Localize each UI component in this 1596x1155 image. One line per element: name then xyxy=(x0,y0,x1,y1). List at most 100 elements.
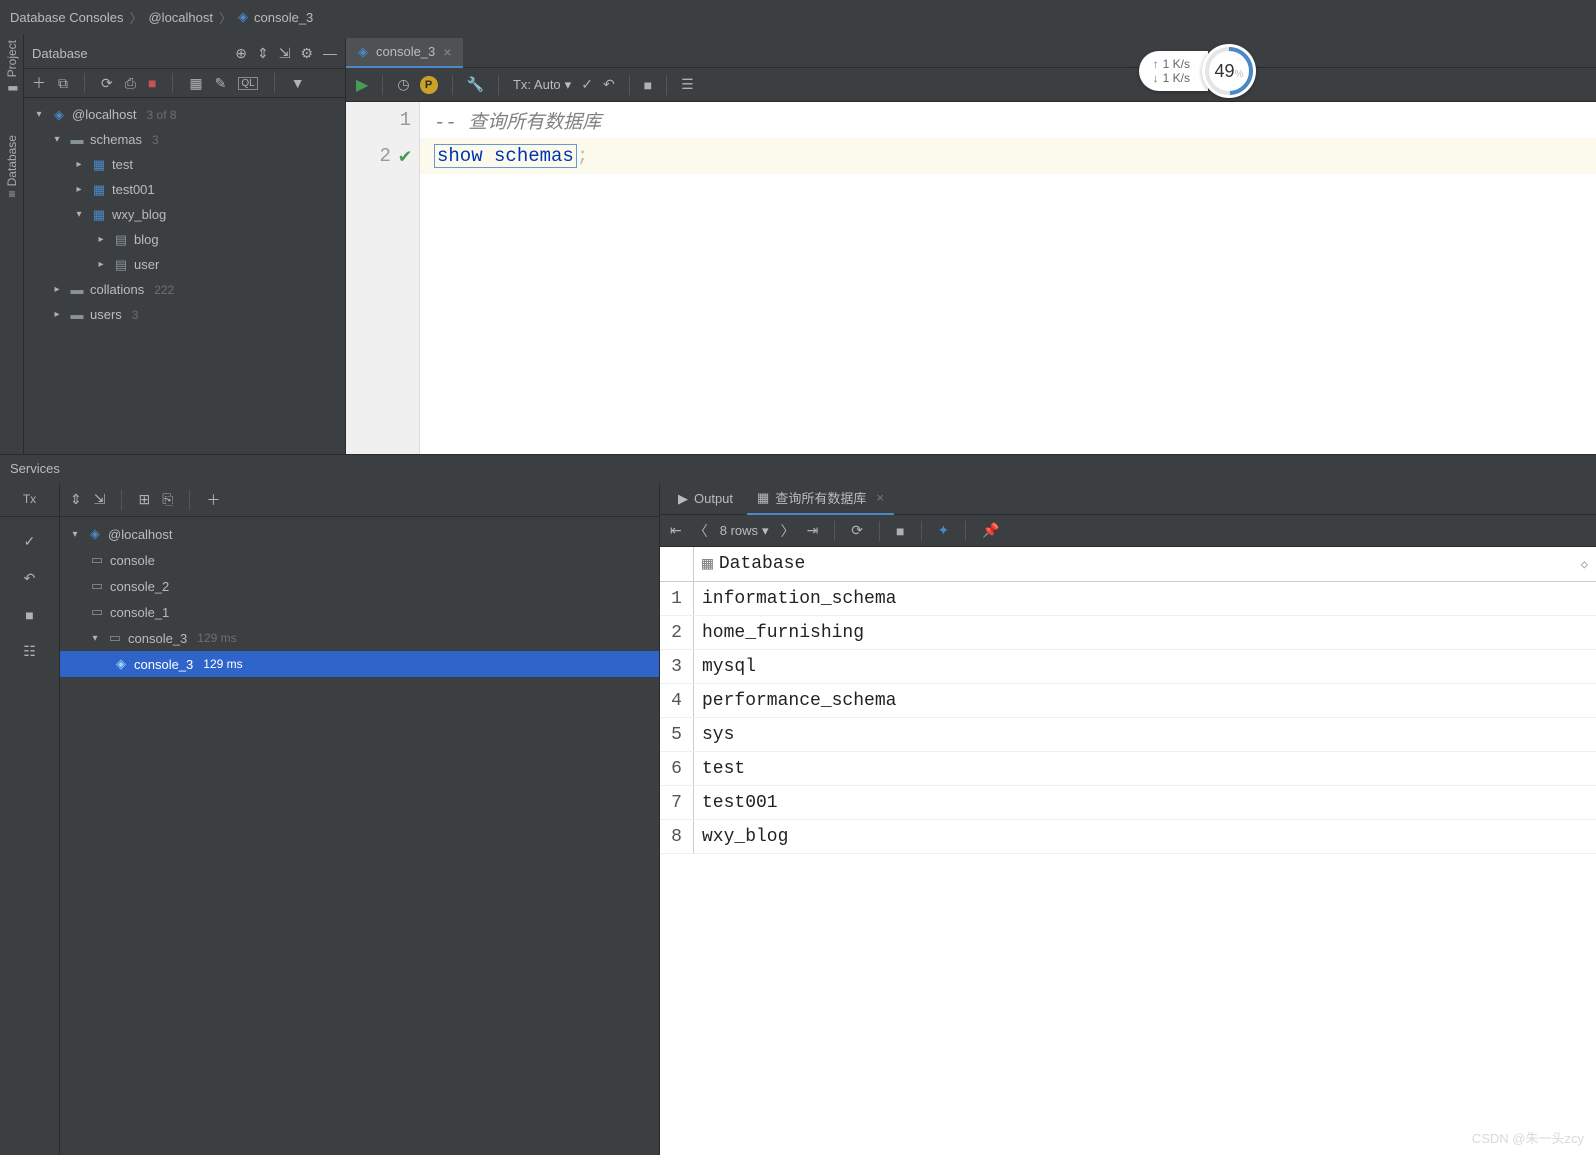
crumb-console[interactable]: console_3 xyxy=(254,10,313,25)
panel-title: Database xyxy=(32,46,88,61)
stop-icon[interactable]: ■ xyxy=(896,523,904,539)
console-icon: ◈ xyxy=(358,44,368,60)
folder-icon: ▬ xyxy=(68,132,86,147)
refresh-icon[interactable]: ⟳ xyxy=(101,75,113,92)
tab-query-result[interactable]: ▦ 查询所有数据库 × xyxy=(747,483,894,515)
chevron-right-icon: ▸ xyxy=(94,259,108,270)
chevron-right-icon: ▸ xyxy=(72,184,86,195)
cell-database: test001 xyxy=(694,786,1596,819)
result-row[interactable]: 8wxy_blog xyxy=(660,820,1596,854)
save-icon[interactable]: ⎘ xyxy=(162,491,173,508)
close-icon[interactable]: × xyxy=(443,44,451,60)
tab-output[interactable]: ▶ Output xyxy=(668,483,743,515)
undo-icon[interactable]: ↶ xyxy=(0,566,59,591)
reload-icon[interactable]: ⟳ xyxy=(851,522,863,539)
filter-icon[interactable]: ▼ xyxy=(291,75,305,91)
tree-collations[interactable]: ▸ ▬ collations 222 xyxy=(24,277,345,302)
cell-database: test xyxy=(694,752,1596,785)
tab-label: console_3 xyxy=(376,44,435,59)
table-icon[interactable]: ▦ xyxy=(189,75,202,92)
folder-icon: ▬ xyxy=(68,307,86,322)
tab-console3[interactable]: ◈ console_3 × xyxy=(346,38,463,68)
code-editor[interactable]: 1 2✔ -- 查询所有数据库 show schemas ; xyxy=(346,102,1596,454)
tree-table-user[interactable]: ▸ ▤ user xyxy=(24,252,345,277)
pin-icon[interactable]: 📌 xyxy=(982,522,999,539)
next-page-icon[interactable]: 〉 xyxy=(781,521,795,541)
rollback-icon[interactable]: ↶ xyxy=(603,76,615,93)
tab-project[interactable]: ▮ Project xyxy=(5,40,19,95)
svc-console3-group[interactable]: ▾ ▭ console_3 129 ms xyxy=(60,625,659,651)
commit-icon[interactable]: ✓ xyxy=(581,76,593,93)
sort-icon[interactable]: ◇ xyxy=(1581,557,1588,572)
stop-icon[interactable]: ■ xyxy=(644,77,652,93)
script-icon[interactable]: ⎙ xyxy=(125,75,136,92)
result-row[interactable]: 1information_schema xyxy=(660,582,1596,616)
result-grid[interactable]: ▦ Database ◇ 1information_schema2home_fu… xyxy=(660,547,1596,1155)
code-text: ; xyxy=(577,145,588,167)
group-icon[interactable]: ⊞ xyxy=(138,491,150,508)
edit-icon[interactable]: ✎ xyxy=(215,75,227,92)
compare-icon[interactable]: ✦ xyxy=(938,522,950,539)
rows-selector[interactable]: 8 rows▾ xyxy=(720,523,769,539)
tx-selector[interactable]: Tx: Auto▾ xyxy=(513,77,571,93)
add-icon[interactable]: ＋ xyxy=(206,490,220,510)
expand-all-icon[interactable]: ⇕ xyxy=(70,491,82,508)
plan-badge[interactable]: P xyxy=(420,76,438,94)
row-index: 2 xyxy=(660,616,694,649)
ql-icon[interactable]: QL xyxy=(238,77,257,90)
column-header-database[interactable]: ▦ Database ◇ xyxy=(694,547,1596,581)
result-row[interactable]: 7test001 xyxy=(660,786,1596,820)
tree-schemas[interactable]: ▾ ▬ schemas 3 xyxy=(24,127,345,152)
tree-schema-wxyblog[interactable]: ▾ ▦ wxy_blog xyxy=(24,202,345,227)
result-row[interactable]: 4performance_schema xyxy=(660,684,1596,718)
result-row[interactable]: 3mysql xyxy=(660,650,1596,684)
check-icon[interactable]: ✓ xyxy=(0,529,59,554)
stop-icon[interactable]: ■ xyxy=(0,603,59,627)
services-sidebar: Tx ✓ ↶ ■ ☷ xyxy=(0,483,60,1155)
close-icon[interactable]: × xyxy=(876,490,884,505)
result-row[interactable]: 2home_furnishing xyxy=(660,616,1596,650)
prev-page-icon[interactable]: 〈 xyxy=(694,521,708,541)
run-button[interactable]: ▶ xyxy=(356,75,368,95)
console-icon: ▭ xyxy=(88,578,106,594)
wrench-icon[interactable]: 🔧 xyxy=(467,76,484,93)
layout-icon[interactable]: ☷ xyxy=(0,639,59,664)
plus-icon[interactable]: ＋ xyxy=(32,73,46,93)
svc-host[interactable]: ▾ ◈ @localhost xyxy=(60,521,659,547)
collapse-all-icon[interactable]: ⇲ xyxy=(94,491,106,508)
history-icon[interactable]: ◷ xyxy=(397,76,409,93)
stop-icon[interactable]: ■ xyxy=(148,75,156,91)
result-row[interactable]: 6test xyxy=(660,752,1596,786)
watermark: CSDN @朱一头zcy xyxy=(1472,1128,1584,1147)
gear-icon[interactable]: ⚙ xyxy=(300,45,313,62)
svc-console3-item[interactable]: ◈ console_3 129 ms xyxy=(60,651,659,677)
minimize-icon[interactable]: — xyxy=(323,45,337,61)
crumb-host[interactable]: @localhost xyxy=(148,10,213,25)
collapse-icon[interactable]: ⇲ xyxy=(279,45,291,62)
schema-icon: ▦ xyxy=(90,207,108,223)
last-page-icon[interactable]: ⇥ xyxy=(807,522,819,539)
svc-console1[interactable]: ▭ console_1 xyxy=(60,599,659,625)
crumb-db-consoles[interactable]: Database Consoles xyxy=(10,10,123,25)
tree-users[interactable]: ▸ ▬ users 3 xyxy=(24,302,345,327)
tree-table-blog[interactable]: ▸ ▤ blog xyxy=(24,227,345,252)
tree-schema-test001[interactable]: ▸ ▦ test001 xyxy=(24,177,345,202)
download-icon: ↓ xyxy=(1153,71,1159,85)
result-row[interactable]: 5sys xyxy=(660,718,1596,752)
cell-database: sys xyxy=(694,718,1596,751)
tree-host[interactable]: ▾ ◈ @localhost 3 of 8 xyxy=(24,102,345,127)
svc-console2[interactable]: ▭ console_2 xyxy=(60,573,659,599)
tx-icon[interactable]: Tx xyxy=(23,488,36,510)
editor-tabbar: ◈ console_3 × xyxy=(346,38,1596,68)
svc-console[interactable]: ▭ console xyxy=(60,547,659,573)
tab-database[interactable]: ≡ Database xyxy=(5,135,19,197)
network-badge: ↑1 K/s ↓1 K/s 49% xyxy=(1139,44,1256,98)
add-datasource-icon[interactable]: ⊕ xyxy=(235,45,247,62)
tree-schema-test[interactable]: ▸ ▦ test xyxy=(24,152,345,177)
settings-icon[interactable]: ☰ xyxy=(681,76,694,93)
first-page-icon[interactable]: ⇤ xyxy=(670,522,682,539)
chevron-right-icon: ▸ xyxy=(50,309,64,320)
copy-icon[interactable]: ⧉ xyxy=(58,75,68,92)
expand-icon[interactable]: ⇕ xyxy=(257,45,269,62)
table-icon: ▦ xyxy=(757,490,769,506)
